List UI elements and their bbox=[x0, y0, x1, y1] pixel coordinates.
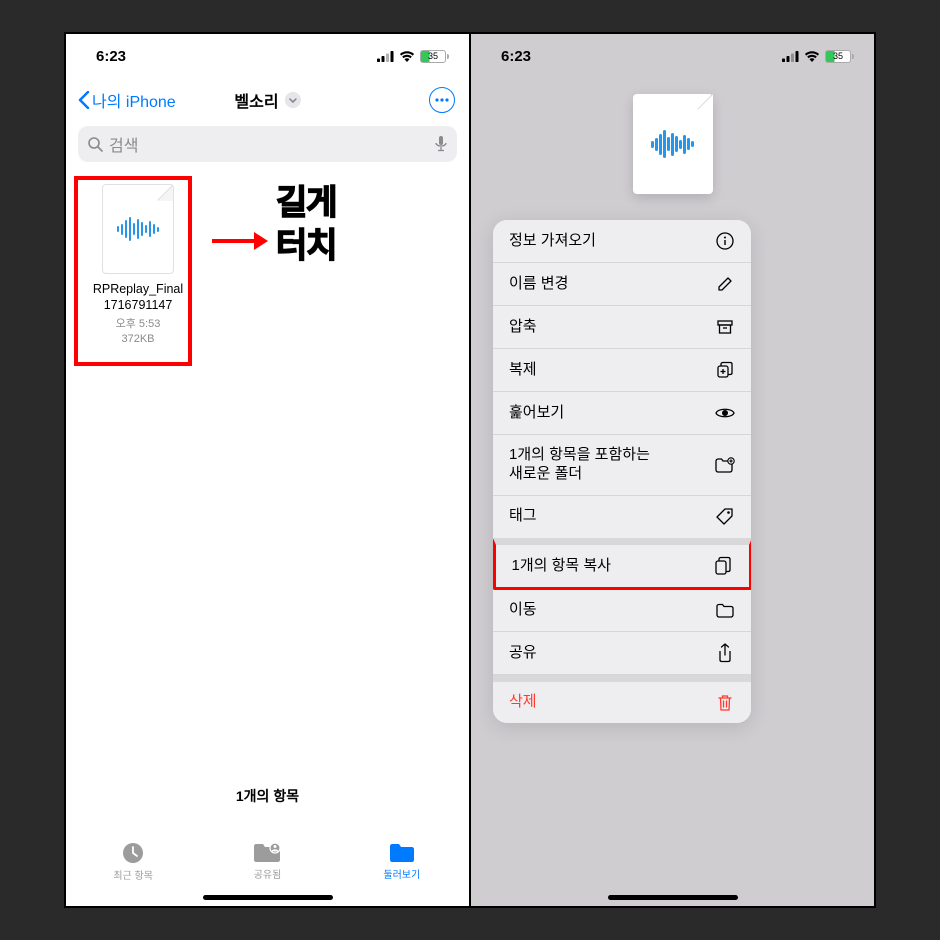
menu-tags[interactable]: 태그 bbox=[493, 496, 751, 539]
file-time: 오후 5:53 bbox=[88, 315, 188, 331]
duplicate-icon bbox=[715, 361, 735, 379]
search-placeholder: 검색 bbox=[109, 132, 429, 156]
archive-icon bbox=[715, 319, 735, 335]
status-bar: 6:23 35 bbox=[471, 34, 874, 78]
copy-docs-icon bbox=[713, 556, 733, 576]
annotation-text: 길게터치 bbox=[276, 182, 337, 267]
home-indicator[interactable] bbox=[608, 895, 738, 900]
menu-new-folder[interactable]: 1개의 항목을 포함하는 새로운 폴더 bbox=[493, 435, 751, 496]
tag-icon bbox=[715, 508, 735, 526]
menu-share[interactable]: 공유 bbox=[493, 632, 751, 675]
menu-quick-look[interactable]: 훑어보기 bbox=[493, 392, 751, 435]
audio-file-icon[interactable] bbox=[633, 94, 713, 194]
menu-rename[interactable]: 이름 변경 bbox=[493, 263, 751, 306]
share-icon bbox=[715, 643, 735, 663]
folder-icon bbox=[715, 603, 735, 618]
menu-move[interactable]: 이동 bbox=[493, 589, 751, 632]
annotation-arrow bbox=[210, 220, 270, 260]
menu-copy[interactable]: 1개의 항목 복사 bbox=[493, 538, 751, 590]
wifi-icon bbox=[804, 50, 820, 62]
more-button[interactable] bbox=[429, 87, 455, 113]
eye-icon bbox=[715, 406, 735, 420]
menu-compress[interactable]: 압축 bbox=[493, 306, 751, 349]
tab-browse[interactable]: 둘러보기 bbox=[335, 842, 469, 881]
clock-icon bbox=[120, 841, 146, 865]
pencil-icon bbox=[715, 276, 735, 292]
wifi-icon bbox=[399, 50, 415, 62]
status-bar: 6:23 35 bbox=[66, 34, 469, 78]
tab-recent[interactable]: 최근 항목 bbox=[66, 841, 200, 882]
menu-duplicate[interactable]: 복제 bbox=[493, 349, 751, 392]
search-icon bbox=[88, 137, 103, 152]
mic-icon[interactable] bbox=[435, 136, 447, 153]
nav-bar: 나의 iPhone 벨소리 bbox=[66, 78, 469, 122]
tab-bar: 최근 항목 공유됨 둘러보기 bbox=[66, 830, 469, 886]
cellular-icon bbox=[782, 51, 799, 62]
trash-icon bbox=[715, 694, 735, 712]
battery-icon: 35 bbox=[420, 50, 449, 63]
status-time: 6:23 bbox=[501, 48, 531, 65]
menu-delete[interactable]: 삭제 bbox=[493, 675, 751, 723]
file-size: 372KB bbox=[88, 333, 188, 345]
info-icon bbox=[715, 232, 735, 250]
battery-icon: 35 bbox=[825, 50, 854, 63]
status-time: 6:23 bbox=[96, 48, 126, 65]
cellular-icon bbox=[377, 51, 394, 62]
back-label: 나의 iPhone bbox=[92, 88, 176, 112]
search-input[interactable]: 검색 bbox=[78, 126, 457, 162]
context-menu: 정보 가져오기 이름 변경 압축 복제 훑어보기 bbox=[493, 220, 751, 723]
chevron-down-icon bbox=[285, 92, 301, 108]
shared-folder-icon bbox=[252, 842, 282, 864]
nav-title[interactable]: 벨소리 bbox=[234, 88, 300, 112]
item-count: 1개의 항목 bbox=[66, 786, 469, 806]
menu-get-info[interactable]: 정보 가져오기 bbox=[493, 220, 751, 263]
back-button[interactable]: 나의 iPhone bbox=[78, 88, 176, 112]
audio-file-icon bbox=[102, 184, 174, 274]
file-item[interactable]: RPReplay_Final1716791147 오후 5:53 372KB bbox=[88, 184, 188, 345]
folder-icon bbox=[388, 842, 416, 864]
tab-shared[interactable]: 공유됨 bbox=[200, 842, 334, 881]
home-indicator[interactable] bbox=[203, 895, 333, 900]
new-folder-icon bbox=[715, 457, 735, 473]
file-name: RPReplay_Final1716791147 bbox=[88, 282, 188, 313]
